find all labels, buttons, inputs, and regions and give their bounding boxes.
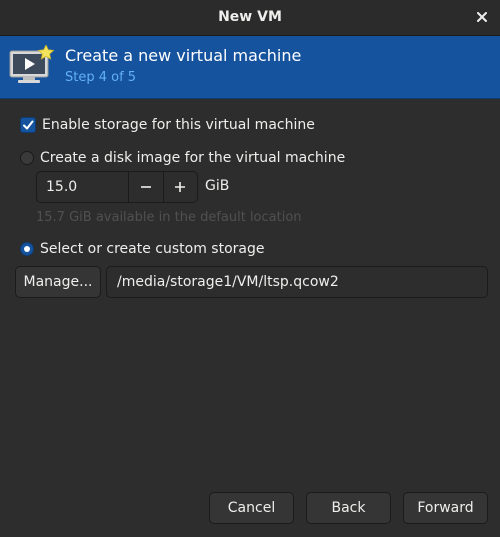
available-space-text: 15.7 GiB available in the default locati… [36, 210, 302, 225]
radio-unselected[interactable] [20, 151, 34, 165]
custom-storage-radio[interactable]: Select or create custom storage [20, 241, 265, 257]
radio-dot [24, 246, 30, 252]
vm-monitor-icon [9, 45, 55, 83]
header-banner: Create a new virtual machine Step 4 of 5 [0, 36, 500, 99]
size-unit-label: GiB [205, 178, 230, 194]
close-button[interactable] [474, 9, 490, 25]
enable-storage-checkbox[interactable]: Enable storage for this virtual machine [20, 117, 315, 133]
storage-path-field[interactable]: /media/storage1/VM/ltsp.qcow2 [106, 266, 488, 298]
forward-button[interactable]: Forward [403, 492, 488, 524]
window-title: New VM [218, 9, 282, 25]
custom-storage-label: Select or create custom storage [40, 241, 265, 257]
disk-image-radio[interactable]: Create a disk image for the virtual mach… [20, 150, 345, 166]
wizard-heading: Create a new virtual machine [65, 46, 302, 65]
increment-button[interactable] [162, 172, 198, 202]
wizard-step: Step 4 of 5 [65, 70, 137, 85]
cancel-button[interactable]: Cancel [209, 492, 294, 524]
disk-image-label: Create a disk image for the virtual mach… [40, 150, 346, 166]
minus-icon [140, 186, 151, 188]
plus-icon [175, 182, 186, 192]
back-button[interactable]: Back [306, 492, 391, 524]
checkmark-icon [23, 120, 34, 130]
radio-selected[interactable] [20, 242, 34, 256]
decrement-button[interactable] [129, 172, 163, 202]
manage-button[interactable]: Manage... [15, 266, 101, 298]
disk-size-value[interactable]: 15.0 [37, 172, 129, 202]
title-bar: New VM [0, 0, 500, 36]
close-icon [477, 12, 487, 22]
enable-storage-label: Enable storage for this virtual machine [42, 117, 315, 133]
disk-size-spinner[interactable]: 15.0 [36, 171, 198, 203]
checkbox-checked[interactable] [20, 117, 36, 133]
